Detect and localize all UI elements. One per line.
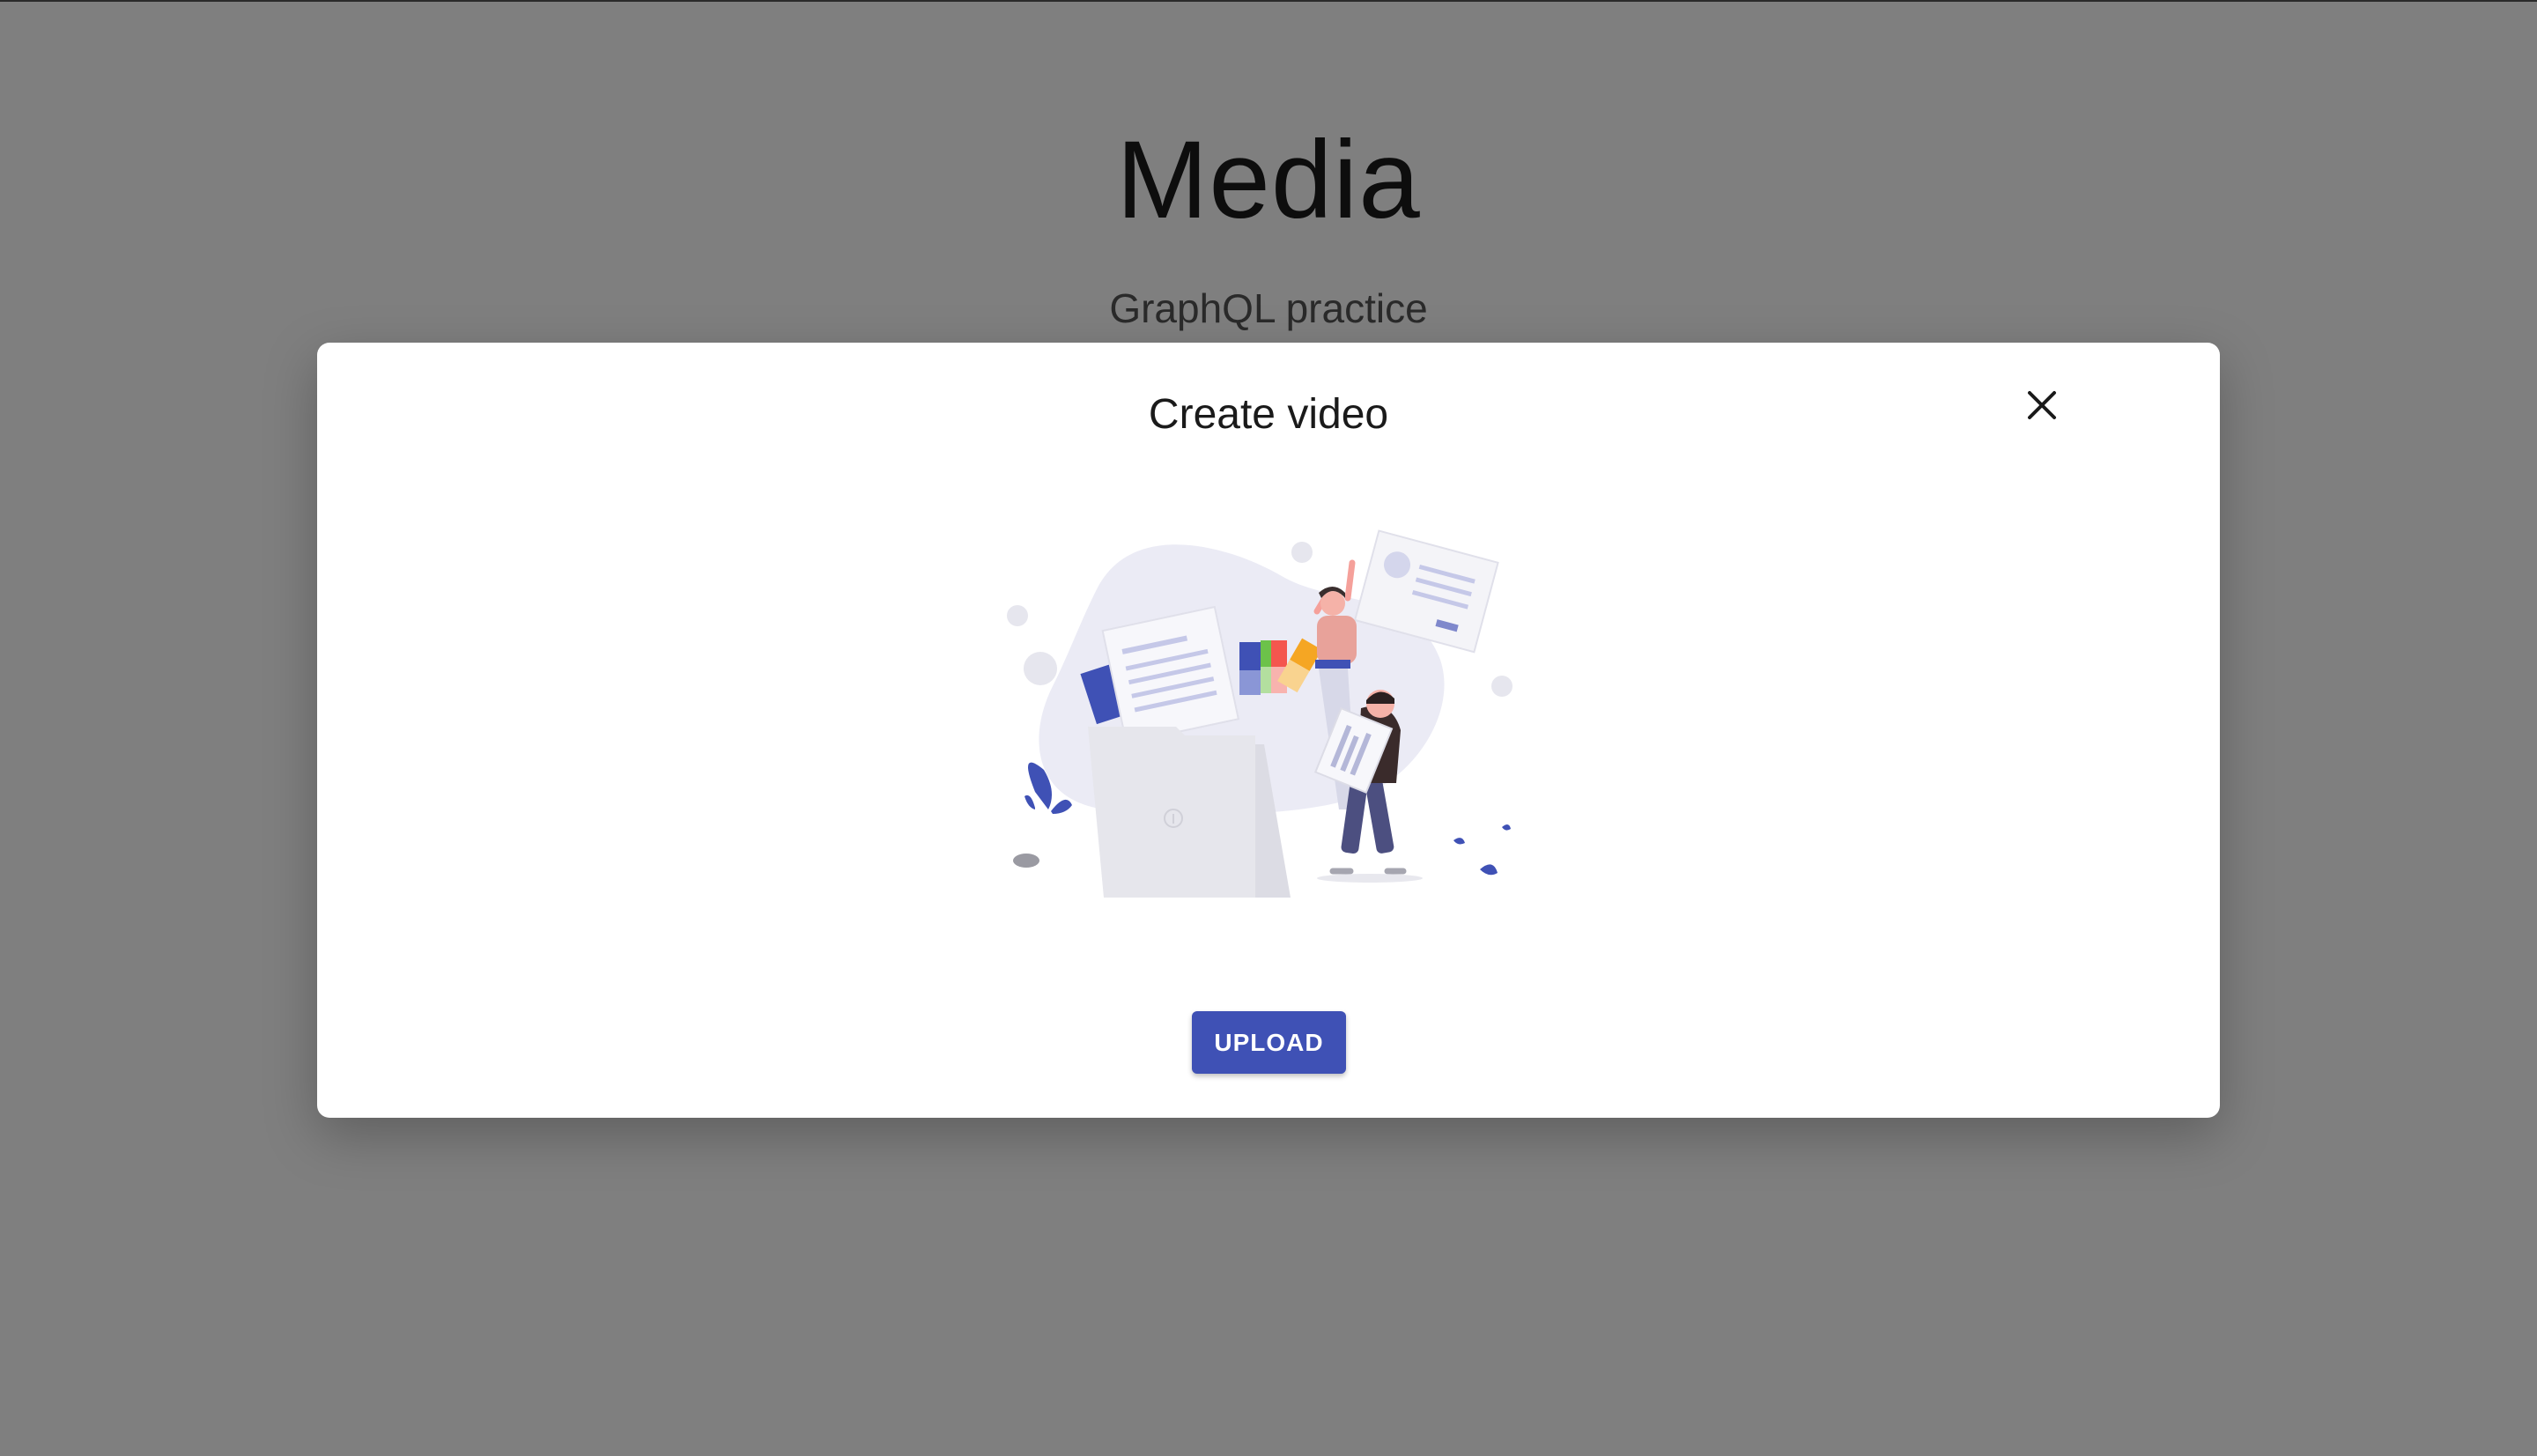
app-page: Media GraphQL practice Create video (0, 0, 2537, 1456)
close-button[interactable] (2014, 377, 2070, 433)
close-icon (2028, 391, 2056, 419)
create-video-dialog: Create video UPLOAD (317, 343, 2220, 1118)
upload-button[interactable]: UPLOAD (1192, 1011, 1346, 1074)
dialog-title: Create video (1148, 391, 1389, 438)
upload-illustration (1007, 529, 1513, 898)
